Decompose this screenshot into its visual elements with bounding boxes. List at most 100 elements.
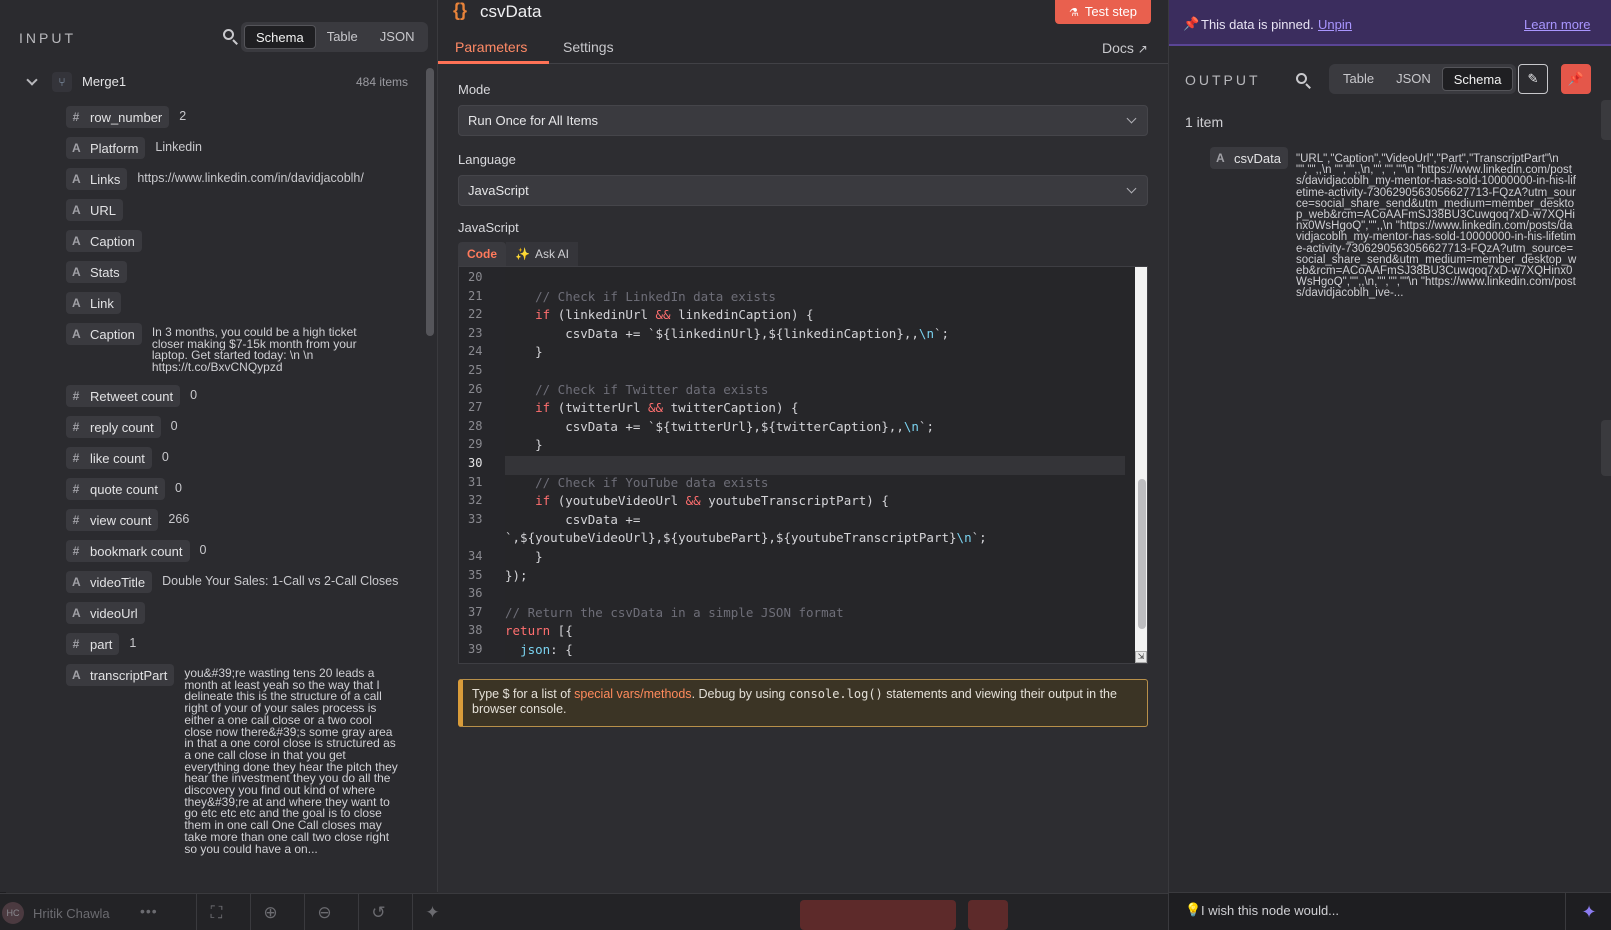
canvas-action-button[interactable] xyxy=(968,900,1008,930)
schema-field[interactable]: A URL xyxy=(66,199,133,221)
schema-field-chip[interactable]: # like count xyxy=(66,447,152,469)
input-scrollbar[interactable] xyxy=(426,68,434,336)
canvas-edge-right xyxy=(1601,100,1611,140)
code-line: csvData += `${twitterUrl},${twitterCapti… xyxy=(505,418,934,434)
line-number: 36 xyxy=(468,586,483,601)
pencil-icon: ✎ xyxy=(1527,71,1539,86)
external-link-icon: ↗ xyxy=(1137,42,1148,56)
special-vars-link[interactable]: special vars/methods xyxy=(574,687,691,701)
code-hint-callout: Type $ for a list of special vars/method… xyxy=(458,679,1148,727)
schema-field[interactable]: A Platform Linkedin xyxy=(66,137,202,159)
input-tab-schema[interactable]: Schema xyxy=(244,25,316,49)
schema-field-chip[interactable]: A URL xyxy=(66,199,124,221)
learn-more-link[interactable]: Learn more xyxy=(1524,17,1590,32)
tab-parameters[interactable]: Parameters xyxy=(455,39,527,55)
schema-field-chip[interactable]: A Links xyxy=(66,168,128,190)
input-node-row[interactable]: ⑂ Merge1 484 items xyxy=(26,72,408,94)
code-editor[interactable]: 20 21 // Check if LinkedIn data exists 22 … xyxy=(458,266,1148,664)
mode-select[interactable]: Run Once for All Items xyxy=(458,105,1148,136)
output-tab-table[interactable]: Table xyxy=(1332,67,1385,91)
schema-field-chip[interactable]: # row_number xyxy=(66,106,170,128)
test-step-button[interactable]: ⚗ Test step xyxy=(1055,0,1151,24)
resize-handle-icon[interactable]: ⇲ xyxy=(1135,651,1147,663)
schema-field-chip[interactable]: A Caption xyxy=(66,230,142,252)
fit-view-icon[interactable]: ⛶ xyxy=(196,894,236,930)
search-icon[interactable] xyxy=(1295,72,1313,90)
schema-field-name: transcriptPart xyxy=(90,667,168,683)
schema-field[interactable]: # quote count 0 xyxy=(66,478,182,500)
number-type-icon: # xyxy=(72,420,80,434)
schema-field[interactable]: # Retweet count 0 xyxy=(66,385,197,407)
zoom-out-icon[interactable]: ⊖ xyxy=(304,894,344,930)
output-tab-schema[interactable]: Schema xyxy=(1441,67,1514,91)
line-number: 22 xyxy=(468,307,483,322)
tab-code[interactable]: Code xyxy=(458,242,506,266)
schema-field-chip[interactable]: # bookmark count xyxy=(66,540,190,562)
code-line: csvData += xyxy=(505,511,641,527)
line-number: 20 xyxy=(468,270,483,284)
docs-link[interactable]: Docs ↗ xyxy=(1102,40,1148,56)
line-number: 38 xyxy=(468,623,483,638)
schema-field-chip[interactable]: A Platform xyxy=(66,137,146,159)
zoom-in-icon[interactable]: ⊕ xyxy=(250,894,290,930)
input-title: INPUT xyxy=(19,30,76,46)
input-tab-table[interactable]: Table xyxy=(316,25,369,49)
search-icon[interactable] xyxy=(222,28,240,46)
chevron-down-icon[interactable] xyxy=(26,74,38,86)
line-number: 30 xyxy=(468,456,483,470)
output-tab-json[interactable]: JSON xyxy=(1385,67,1442,91)
schema-field-chip[interactable]: A Link xyxy=(66,292,121,314)
sparkle-icon[interactable]: ✦ xyxy=(1565,893,1611,930)
schema-field-chip[interactable]: # quote count xyxy=(66,478,165,500)
schema-field[interactable]: # bookmark count 0 xyxy=(66,540,206,562)
schema-field-name: Links xyxy=(90,171,121,187)
editor-scrollbar[interactable] xyxy=(1138,479,1146,629)
flask-icon: ⚗ xyxy=(1069,7,1079,19)
schema-field[interactable]: A Stats xyxy=(66,261,137,283)
schema-field[interactable]: # reply count 0 xyxy=(66,416,178,438)
schema-field-chip[interactable]: A Caption xyxy=(66,323,142,345)
schema-field[interactable]: A Caption xyxy=(66,230,152,252)
edit-output-button[interactable]: ✎ xyxy=(1518,64,1548,94)
schema-field-name: URL xyxy=(90,202,117,218)
feedback-link[interactable]: I wish this node would... xyxy=(1201,903,1339,918)
node-title[interactable]: csvData xyxy=(480,2,541,22)
code-line: if (linkedinUrl && linkedinCaption) { xyxy=(535,307,814,323)
schema-field[interactable]: AvideoTitle Double Your Sales: 1-Call vs … xyxy=(66,571,398,593)
schema-field-chip[interactable]: A Stats xyxy=(66,261,127,283)
schema-field-chip[interactable]: # view count xyxy=(66,509,159,531)
pin-data-button[interactable]: 📌 xyxy=(1561,64,1591,94)
schema-field-value: 2 xyxy=(179,109,187,123)
schema-field[interactable]: # like count 0 xyxy=(66,447,169,469)
output-field-chip[interactable]: AcsvData xyxy=(1210,147,1288,169)
schema-field[interactable]: A Links https://www.linkedin.com/in/davidj… xyxy=(66,168,364,190)
schema-field[interactable]: AtranscriptPart you&#39;re wasting tens 2… xyxy=(66,664,402,855)
schema-field-chip[interactable]: # Retweet count xyxy=(66,385,181,407)
schema-field[interactable]: # row_number 2 xyxy=(66,106,186,128)
schema-field-chip[interactable]: AtranscriptPart xyxy=(66,664,175,686)
tidy-up-icon[interactable]: ✦ xyxy=(412,894,452,930)
reset-zoom-icon[interactable]: ↺ xyxy=(358,894,398,930)
more-options-icon[interactable]: ••• xyxy=(140,903,158,919)
schema-field-chip[interactable]: # reply count xyxy=(66,416,161,438)
schema-field[interactable]: # part 1 xyxy=(66,633,136,655)
code-line: // Check if YouTube data exists xyxy=(505,474,769,490)
avatar[interactable]: HC xyxy=(2,902,24,924)
schema-field[interactable]: # view count 266 xyxy=(66,509,189,531)
input-tab-json[interactable]: JSON xyxy=(369,25,426,49)
tab-settings[interactable]: Settings xyxy=(563,39,614,55)
schema-field-chip[interactable]: # part xyxy=(66,633,120,655)
schema-field[interactable]: A Link xyxy=(66,292,131,314)
language-select[interactable]: JavaScript xyxy=(458,175,1148,206)
chevron-down-icon xyxy=(1126,183,1137,194)
canvas-action-button[interactable] xyxy=(800,900,956,930)
node-parameters-panel: {} csvData ⚗ Test step Parameters Setting… xyxy=(438,0,1168,913)
unpin-link[interactable]: Unpin xyxy=(1318,17,1352,32)
schema-field-chip[interactable]: AvideoUrl xyxy=(66,602,145,624)
schema-field-chip[interactable]: AvideoTitle xyxy=(66,571,153,593)
schema-field[interactable]: AvideoUrl xyxy=(66,602,155,624)
tab-ask-ai[interactable]: ✨ Ask AI xyxy=(506,242,578,266)
schema-field[interactable]: A Caption In 3 months, you could be a high… xyxy=(66,323,374,374)
line-number: 34 xyxy=(468,549,483,563)
schema-field-value: you&#39;re wasting tens 20 leads a month… xyxy=(184,666,398,856)
